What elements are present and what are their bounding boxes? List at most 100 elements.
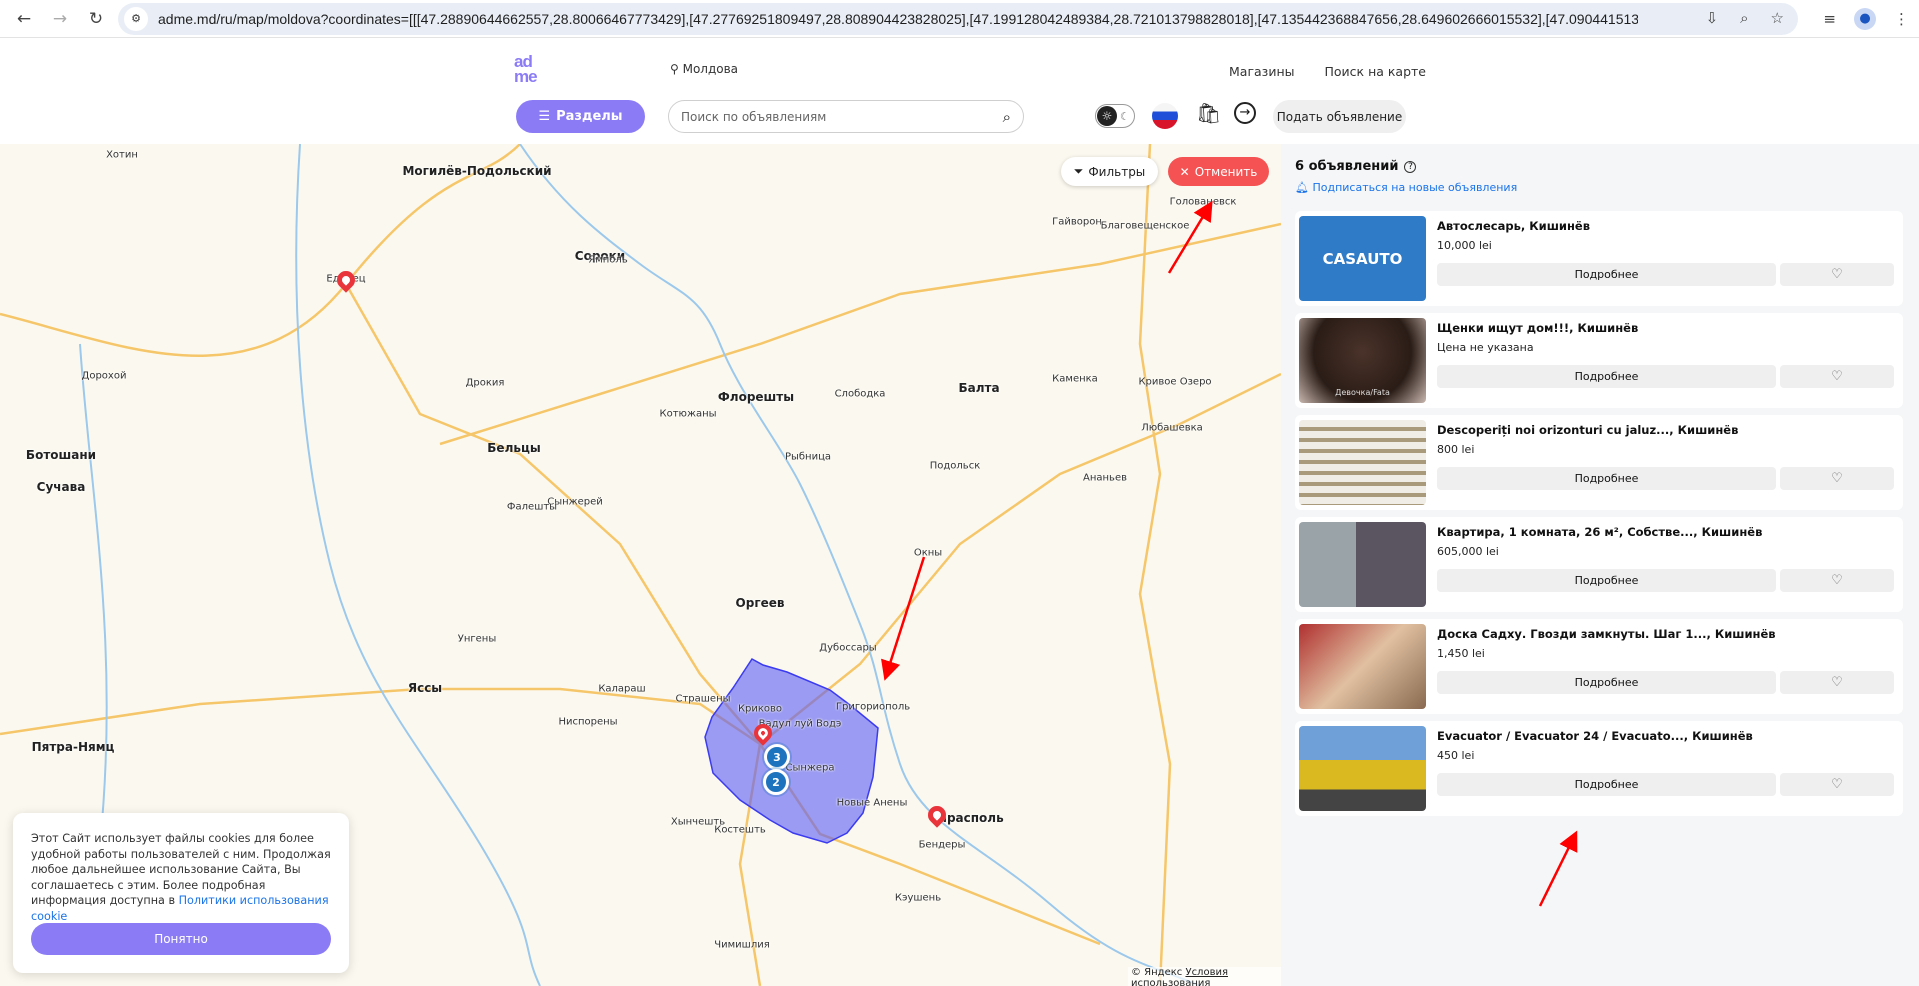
map-city-label: Дубоссары [819,642,877,654]
location-pin-icon: ⚲ [670,62,683,76]
favorite-heart-icon[interactable]: ♡ [1780,467,1894,490]
address-bar[interactable]: ⚙ adme.md/ru/map/moldova?coordinates=[[[… [118,3,1798,35]
map-city-label: Криково [737,703,783,715]
bookmark-star-icon[interactable]: ☆ [1771,9,1784,27]
details-button[interactable]: Подробнее [1437,365,1776,388]
region-selector[interactable]: ⚲ Молдова [670,62,738,76]
map-city-label: Пятра-Нямц [31,740,115,754]
browser-toolbar: ← → ↻ ⚙ adme.md/ru/map/moldova?coordinat… [0,0,1919,38]
profile-avatar[interactable]: ● [1854,8,1876,30]
hamburger-icon: ☰ [538,109,551,124]
listing-price: 1,450 lei [1437,647,1485,660]
listing-title[interactable]: Evacuator / Evacuator 24 / Evacuato..., … [1437,729,1753,743]
moon-icon: ☾ [1120,109,1130,123]
listing-thumbnail[interactable]: CASAUTO [1299,216,1426,301]
map-city-label: Фалешты [506,501,558,513]
forward-icon[interactable]: → [48,9,72,29]
yandex-copyright: © Яндекс [1131,967,1183,978]
link-map-search[interactable]: Поиск на карте [1325,64,1427,79]
listing-card[interactable]: Доска Садху. Гвозди замкнуты. Шаг 1..., … [1295,619,1903,714]
install-icon[interactable]: ⇩ [1706,9,1719,27]
listing-card[interactable]: CASAUTO Автослесарь, Кишинёв 10,000 lei … [1295,211,1903,306]
listing-title[interactable]: Доска Садху. Гвозди замкнуты. Шаг 1..., … [1437,627,1776,641]
menu-icon[interactable]: ⋮ [1894,10,1909,28]
listings-panel: 6 объявлений? 🔔︎ Подписаться на новые об… [1281,144,1919,986]
cancel-area-button[interactable]: ✕ Отменить [1168,157,1269,186]
listing-thumbnail[interactable] [1299,420,1426,505]
theme-toggle[interactable]: ☼ ☾ [1095,104,1135,128]
favorite-heart-icon[interactable]: ♡ [1780,773,1894,796]
favorite-heart-icon[interactable]: ♡ [1780,365,1894,388]
map-city-label: Каменка [1052,373,1098,385]
adme-logo[interactable]: ad me [514,53,540,88]
map-city-label: Любашевка [1141,422,1203,434]
cookie-accept-button[interactable]: Понятно [31,923,331,955]
cancel-label: Отменить [1194,164,1258,179]
search-box: ⌕ [668,100,1024,133]
listing-title[interactable]: Автослесарь, Кишинёв [1437,219,1590,233]
cookie-text: Этот Сайт использует файлы cookies для б… [31,831,331,924]
listing-thumbnail[interactable]: Девочка/Fata [1299,318,1426,403]
listing-title[interactable]: Квартира, 1 комната, 26 м², Собстве..., … [1437,525,1762,539]
map-city-label: Унгены [457,633,497,645]
shopping-bag-icon[interactable]: 🛍 [1196,101,1221,125]
map-city-label: Чимишлия [714,939,770,951]
filters-button[interactable]: ⏷ Фильтры [1061,157,1158,186]
listing-title[interactable]: Descoperiți noi orizonturi cu jaluz..., … [1437,423,1738,437]
listing-price: 605,000 lei [1437,545,1499,558]
details-button[interactable]: Подробнее [1437,467,1776,490]
map-city-label: Калараш [598,683,646,695]
map-city-label: Котюжаны [659,408,717,420]
map-city-label: Сынжера [785,762,835,774]
map[interactable]: Бельцы Сороки Флорешты Оргеев Дубоссары Тирас… [0,144,1281,986]
map-city-label: Кэушень [894,892,942,904]
listing-card[interactable]: Девочка/Fata Щенки ищут дом!!!, Кишинёв … [1295,313,1903,408]
site-settings-icon[interactable]: ⚙ [124,7,148,31]
sections-button[interactable]: ☰ Разделы [516,100,645,133]
listing-thumbnail[interactable] [1299,522,1426,607]
map-city-label: Ниспорены [558,716,618,728]
subscribe-link[interactable]: 🔔︎ Подписаться на новые объявления [1295,181,1517,194]
favorite-heart-icon[interactable]: ♡ [1780,569,1894,592]
language-flag-ru[interactable] [1152,103,1178,129]
zoom-icon[interactable]: ⌕ [1740,9,1748,27]
listing-thumbnail[interactable] [1299,726,1426,811]
map-city-label: Бендеры [918,839,966,851]
login-icon[interactable]: → [1234,102,1256,124]
details-button[interactable]: Подробнее [1437,773,1776,796]
link-shops[interactable]: Магазины [1229,64,1295,79]
url-text[interactable]: adme.md/ru/map/moldova?coordinates=[[[47… [158,11,1638,27]
map-city-label: Могилёв-Подольский [402,164,552,178]
listing-card[interactable]: Квартира, 1 комната, 26 м², Собстве..., … [1295,517,1903,612]
map-city-label: Окны [913,547,943,559]
map-city-label: Рыбница [784,451,832,463]
media-icon[interactable]: ≡ [1823,10,1836,28]
listing-price: 800 lei [1437,443,1475,456]
listing-title[interactable]: Щенки ищут дом!!!, Кишинёв [1437,321,1638,335]
map-city-label: Благовещенское [1100,220,1190,232]
close-icon: ✕ [1179,164,1190,179]
listing-thumbnail[interactable] [1299,624,1426,709]
listing-card[interactable]: Descoperiți noi orizonturi cu jaluz..., … [1295,415,1903,510]
favorite-heart-icon[interactable]: ♡ [1780,263,1894,286]
map-city-label: Бельцы [487,441,541,455]
cluster-marker[interactable]: 2 [763,769,789,795]
details-button[interactable]: Подробнее [1437,263,1776,286]
region-label: Молдова [682,62,739,76]
post-ad-button[interactable]: Подать объявление [1273,100,1406,133]
map-city-label: Сучава [36,480,86,494]
listing-card[interactable]: Evacuator / Evacuator 24 / Evacuato..., … [1295,721,1903,816]
help-icon[interactable]: ? [1404,160,1417,173]
details-button[interactable]: Подробнее [1437,569,1776,592]
count-label: 6 объявлений [1295,159,1399,174]
listing-price: 10,000 lei [1437,239,1492,252]
favorite-heart-icon[interactable]: ♡ [1780,671,1894,694]
cluster-marker[interactable]: 3 [764,744,790,770]
search-icon[interactable]: ⌕ [1003,108,1011,126]
details-button[interactable]: Подробнее [1437,671,1776,694]
map-city-label: Ананьев [1083,472,1127,484]
reload-icon[interactable]: ↻ [84,9,108,29]
back-icon[interactable]: ← [12,9,36,29]
search-input[interactable] [681,109,1003,124]
map-city-label: Яссы [407,681,443,695]
